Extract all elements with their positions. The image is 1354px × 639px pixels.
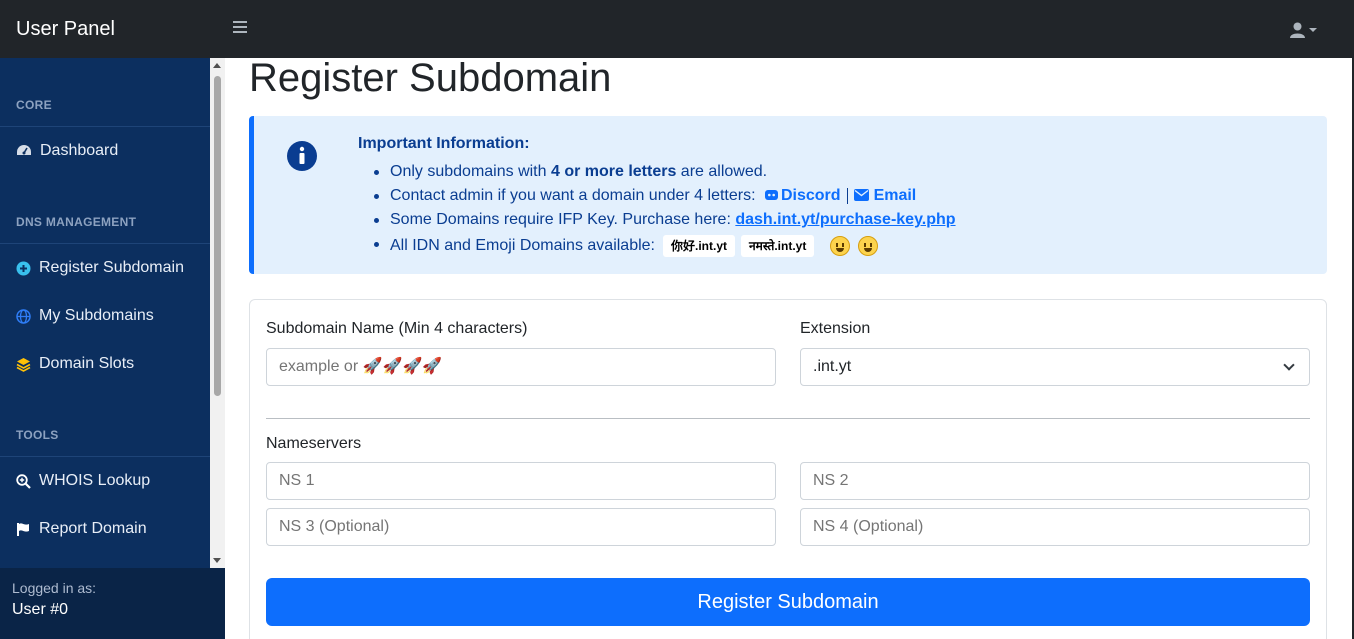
brand-title[interactable]: User Panel: [16, 18, 115, 41]
sidebar-toggle-icon[interactable]: [233, 21, 247, 35]
plus-circle-icon: [16, 261, 31, 275]
laughing-emoji-icon: [858, 235, 879, 256]
sidebar: CORE Dashboard DNS MANAGEMENT Register S…: [0, 58, 225, 639]
user-menu-button[interactable]: [1290, 21, 1317, 39]
register-subdomain-button[interactable]: Register Subdomain: [266, 578, 1310, 626]
sidebar-heading-core: CORE: [16, 98, 52, 112]
rule-text: Only subdomains with: [390, 163, 551, 180]
list-item: All IDN and Emoji Domains available: 你好.i…: [370, 232, 956, 260]
email-link[interactable]: Email: [853, 187, 917, 204]
ns1-input[interactable]: [266, 462, 776, 500]
sidebar-item-report-domain[interactable]: Report Domain: [0, 505, 210, 553]
logged-in-label: Logged in as:: [12, 580, 97, 596]
flag-icon: [17, 522, 29, 536]
user-icon: [1290, 22, 1305, 38]
email-link-label: Email: [873, 187, 917, 204]
sidebar-item-label: Dashboard: [40, 142, 119, 159]
form-divider: [266, 418, 1310, 419]
top-navbar: User Panel: [0, 0, 1354, 58]
register-form-card: Subdomain Name (Min 4 characters) Extens…: [249, 299, 1327, 639]
chevron-down-icon: [1283, 358, 1295, 371]
sidebar-item-label: WHOIS Lookup: [39, 472, 151, 489]
extension-selected-value: .int.yt: [813, 358, 852, 375]
extension-label: Extension: [800, 320, 871, 337]
discord-link-label: Discord: [780, 187, 841, 204]
sidebar-scrollbar[interactable]: [210, 58, 225, 568]
info-circle-icon: [287, 141, 317, 171]
scrollbar-thumb[interactable]: [214, 76, 221, 396]
scroll-down-icon[interactable]: [213, 558, 221, 563]
list-item: Contact admin if you want a domain under…: [370, 184, 956, 208]
sidebar-nav: CORE Dashboard DNS MANAGEMENT Register S…: [0, 58, 210, 568]
ns2-input[interactable]: [800, 462, 1310, 500]
discord-link[interactable]: Discord: [760, 187, 841, 204]
search-plus-icon: [16, 473, 31, 489]
purchase-key-link[interactable]: dash.int.yt/purchase-key.php: [735, 211, 955, 228]
nameservers-heading: Nameservers: [266, 435, 362, 452]
scroll-up-icon[interactable]: [213, 63, 221, 68]
sidebar-item-label: Report Domain: [39, 520, 147, 537]
sidebar-item-whois-lookup[interactable]: WHOIS Lookup: [0, 457, 210, 505]
sidebar-item-label: Domain Slots: [39, 355, 135, 372]
sidebar-item-label: Register Subdomain: [39, 259, 184, 276]
rule-text: Contact admin if you want a domain under…: [390, 187, 756, 204]
globe-icon: [16, 308, 31, 324]
info-list: Only subdomains with 4 or more letters a…: [370, 160, 956, 260]
smiley-emoji-icon: [830, 235, 851, 256]
sidebar-item-register-subdomain[interactable]: Register Subdomain: [0, 244, 210, 292]
rule-text: are allowed.: [676, 163, 768, 180]
info-title: Important Information:: [358, 135, 530, 152]
sidebar-item-domain-slots[interactable]: Domain Slots: [0, 340, 210, 388]
envelope-icon: [853, 189, 869, 201]
page-title: Register Subdomain: [249, 58, 612, 100]
chevron-down-icon: [1309, 28, 1317, 32]
discord-icon: [764, 190, 778, 200]
sidebar-heading-dns-management: DNS MANAGEMENT: [16, 215, 137, 229]
main-content: Register Subdomain Important Information…: [225, 58, 1352, 639]
ns3-input[interactable]: [266, 508, 776, 546]
info-alert: Important Information: Only subdomains w…: [249, 116, 1327, 274]
idn-example-badge: नमस्ते.int.yt: [741, 235, 815, 257]
rule-emphasis: 4 or more letters: [550, 163, 677, 180]
sidebar-item-dashboard[interactable]: Dashboard: [0, 127, 210, 175]
logged-in-user: User #0: [12, 601, 69, 618]
list-item: Some Domains require IFP Key. Purchase h…: [370, 208, 956, 232]
layers-icon: [16, 357, 31, 372]
separator: [846, 187, 848, 204]
subdomain-label: Subdomain Name (Min 4 characters): [266, 320, 528, 337]
rule-text: All IDN and Emoji Domains available:: [390, 237, 655, 254]
ns4-input[interactable]: [800, 508, 1310, 546]
extension-select[interactable]: .int.yt: [800, 348, 1310, 386]
tachometer-icon: [17, 145, 31, 155]
sidebar-heading-tools: TOOLS: [16, 428, 59, 442]
sidebar-item-my-subdomains[interactable]: My Subdomains: [0, 292, 210, 340]
sidebar-footer: Logged in as: User #0: [0, 568, 225, 639]
subdomain-input[interactable]: [266, 348, 776, 386]
sidebar-item-label: My Subdomains: [39, 307, 154, 324]
idn-example-badge: 你好.int.yt: [663, 235, 735, 257]
list-item: Only subdomains with 4 or more letters a…: [370, 160, 956, 184]
rule-text: Some Domains require IFP Key. Purchase h…: [390, 211, 731, 228]
